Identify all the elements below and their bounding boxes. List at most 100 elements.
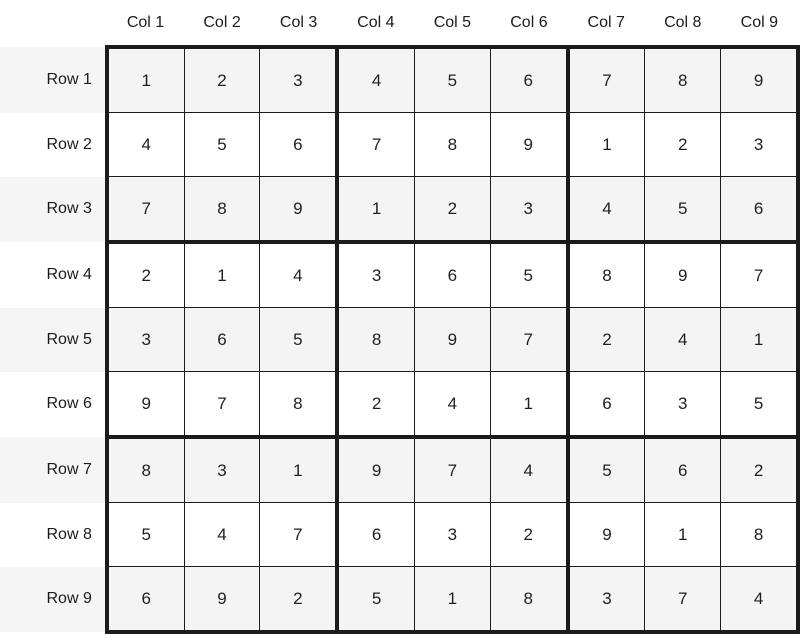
cell-r5c4[interactable]: 8 xyxy=(335,307,416,372)
cell-r9c2[interactable]: 9 xyxy=(183,566,261,634)
cell-r4c6[interactable]: 5 xyxy=(489,240,570,308)
cell-r2c8[interactable]: 2 xyxy=(644,112,722,177)
cell-r6c5[interactable]: 4 xyxy=(414,371,491,439)
row-header-5: Row 5 xyxy=(0,307,107,372)
cell-r1c7[interactable]: 7 xyxy=(565,45,646,113)
cell-r3c6[interactable]: 3 xyxy=(489,176,570,244)
cell-r5c2[interactable]: 6 xyxy=(183,307,261,372)
cell-r6c2[interactable]: 7 xyxy=(183,371,261,439)
grid-row-1: Row 1123456789 xyxy=(0,45,800,113)
column-header-8: Col 8 xyxy=(644,0,721,47)
cell-r1c8[interactable]: 8 xyxy=(644,45,722,113)
cell-r7c1[interactable]: 8 xyxy=(104,435,185,503)
cell-r8c7[interactable]: 9 xyxy=(565,502,646,567)
cell-r8c8[interactable]: 1 xyxy=(644,502,722,567)
grid-header: Col 1 Col 2 Col 3 Col 4 Col 5 Col 6 Col 7 Col 8… xyxy=(0,0,798,47)
cell-r5c9[interactable]: 1 xyxy=(720,307,800,372)
cell-r6c7[interactable]: 6 xyxy=(565,371,646,439)
cell-r5c3[interactable]: 5 xyxy=(259,307,340,372)
grid-row-2: Row 2456789123 xyxy=(0,112,800,177)
cell-r2c1[interactable]: 4 xyxy=(104,112,185,177)
cell-r9c8[interactable]: 7 xyxy=(644,566,722,634)
cell-r2c5[interactable]: 8 xyxy=(414,112,491,177)
cell-r8c2[interactable]: 4 xyxy=(183,502,261,567)
cell-r4c2[interactable]: 1 xyxy=(183,240,261,308)
grid-row-4: Row 4214365897 xyxy=(0,240,800,308)
row-header-3: Row 3 xyxy=(0,176,107,242)
cell-r3c5[interactable]: 2 xyxy=(414,176,491,244)
cell-r8c1[interactable]: 5 xyxy=(104,502,185,567)
cell-r7c4[interactable]: 9 xyxy=(335,435,416,503)
cell-r4c7[interactable]: 8 xyxy=(565,240,646,308)
cell-r3c4[interactable]: 1 xyxy=(335,176,416,244)
cell-r6c4[interactable]: 2 xyxy=(335,371,416,439)
cell-r5c8[interactable]: 4 xyxy=(644,307,722,372)
cell-r8c5[interactable]: 3 xyxy=(414,502,491,567)
cell-r8c9[interactable]: 8 xyxy=(720,502,800,567)
cell-r6c1[interactable]: 9 xyxy=(104,371,185,439)
cell-r2c4[interactable]: 7 xyxy=(335,112,416,177)
cell-r6c8[interactable]: 3 xyxy=(644,371,722,439)
cell-r1c5[interactable]: 5 xyxy=(414,45,491,113)
row-header-7: Row 7 xyxy=(0,437,107,503)
cell-r3c3[interactable]: 9 xyxy=(259,176,340,244)
cell-r7c5[interactable]: 7 xyxy=(414,435,491,503)
cell-r4c4[interactable]: 3 xyxy=(335,240,416,308)
column-header-7: Col 7 xyxy=(567,0,645,47)
cell-r7c3[interactable]: 1 xyxy=(259,435,340,503)
grid-row-8: Row 8547632918 xyxy=(0,502,800,567)
cell-r3c7[interactable]: 4 xyxy=(565,176,646,244)
cell-r3c9[interactable]: 6 xyxy=(720,176,800,244)
cell-r8c6[interactable]: 2 xyxy=(489,502,570,567)
cell-r9c3[interactable]: 2 xyxy=(259,566,340,634)
cell-r9c7[interactable]: 3 xyxy=(565,566,646,634)
column-header-2: Col 2 xyxy=(184,0,260,47)
cell-r4c9[interactable]: 7 xyxy=(720,240,800,308)
cell-r5c6[interactable]: 7 xyxy=(489,307,570,372)
cell-r5c7[interactable]: 2 xyxy=(565,307,646,372)
cell-r6c9[interactable]: 5 xyxy=(720,371,800,439)
cell-r7c7[interactable]: 5 xyxy=(565,435,646,503)
cell-r2c2[interactable]: 5 xyxy=(183,112,261,177)
cell-r1c4[interactable]: 4 xyxy=(335,45,416,113)
sudoku-grid: Col 1 Col 2 Col 3 Col 4 Col 5 Col 6 Col 7 Col 8… xyxy=(0,0,800,634)
cell-r1c1[interactable]: 1 xyxy=(104,45,185,113)
cell-r4c8[interactable]: 9 xyxy=(644,240,722,308)
cell-r6c3[interactable]: 8 xyxy=(259,371,340,439)
cell-r9c5[interactable]: 1 xyxy=(414,566,491,634)
cell-r7c9[interactable]: 2 xyxy=(720,435,800,503)
cell-r6c6[interactable]: 1 xyxy=(489,371,570,439)
column-header-9: Col 9 xyxy=(720,0,798,47)
row-header-8: Row 8 xyxy=(0,502,107,567)
cell-r3c8[interactable]: 5 xyxy=(644,176,722,244)
cell-r4c3[interactable]: 4 xyxy=(259,240,340,308)
grid-body: Row 1 1 2 3 4 5 6 7 8 9 Row 2 4 5 6 7 8 9 1 2 3 Row 37891234… xyxy=(0,45,800,634)
cell-r2c9[interactable]: 3 xyxy=(720,112,800,177)
cell-r9c6[interactable]: 8 xyxy=(489,566,570,634)
cell-r2c7[interactable]: 1 xyxy=(565,112,646,177)
column-header-1: Col 1 xyxy=(106,0,185,47)
grid-row-6: Row 6978241635 xyxy=(0,371,800,439)
cell-r7c2[interactable]: 3 xyxy=(183,435,261,503)
cell-r1c9[interactable]: 9 xyxy=(720,45,800,113)
cell-r2c3[interactable]: 6 xyxy=(259,112,340,177)
cell-r4c1[interactable]: 2 xyxy=(104,240,185,308)
cell-r1c2[interactable]: 2 xyxy=(183,45,261,113)
row-header-6: Row 6 xyxy=(0,371,107,437)
cell-r7c8[interactable]: 6 xyxy=(644,435,722,503)
cell-r2c6[interactable]: 9 xyxy=(489,112,570,177)
cell-r9c1[interactable]: 6 xyxy=(104,566,185,634)
row-header-2: Row 2 xyxy=(0,112,107,177)
cell-r3c2[interactable]: 8 xyxy=(183,176,261,244)
cell-r5c1[interactable]: 3 xyxy=(104,307,185,372)
cell-r9c9[interactable]: 4 xyxy=(720,566,800,634)
cell-r8c4[interactable]: 6 xyxy=(335,502,416,567)
cell-r1c6[interactable]: 6 xyxy=(489,45,570,113)
cell-r8c3[interactable]: 7 xyxy=(259,502,340,567)
cell-r3c1[interactable]: 7 xyxy=(104,176,185,244)
cell-r9c4[interactable]: 5 xyxy=(335,566,416,634)
cell-r7c6[interactable]: 4 xyxy=(489,435,570,503)
cell-r4c5[interactable]: 6 xyxy=(414,240,491,308)
cell-r1c3[interactable]: 3 xyxy=(259,45,340,113)
cell-r5c5[interactable]: 9 xyxy=(414,307,491,372)
